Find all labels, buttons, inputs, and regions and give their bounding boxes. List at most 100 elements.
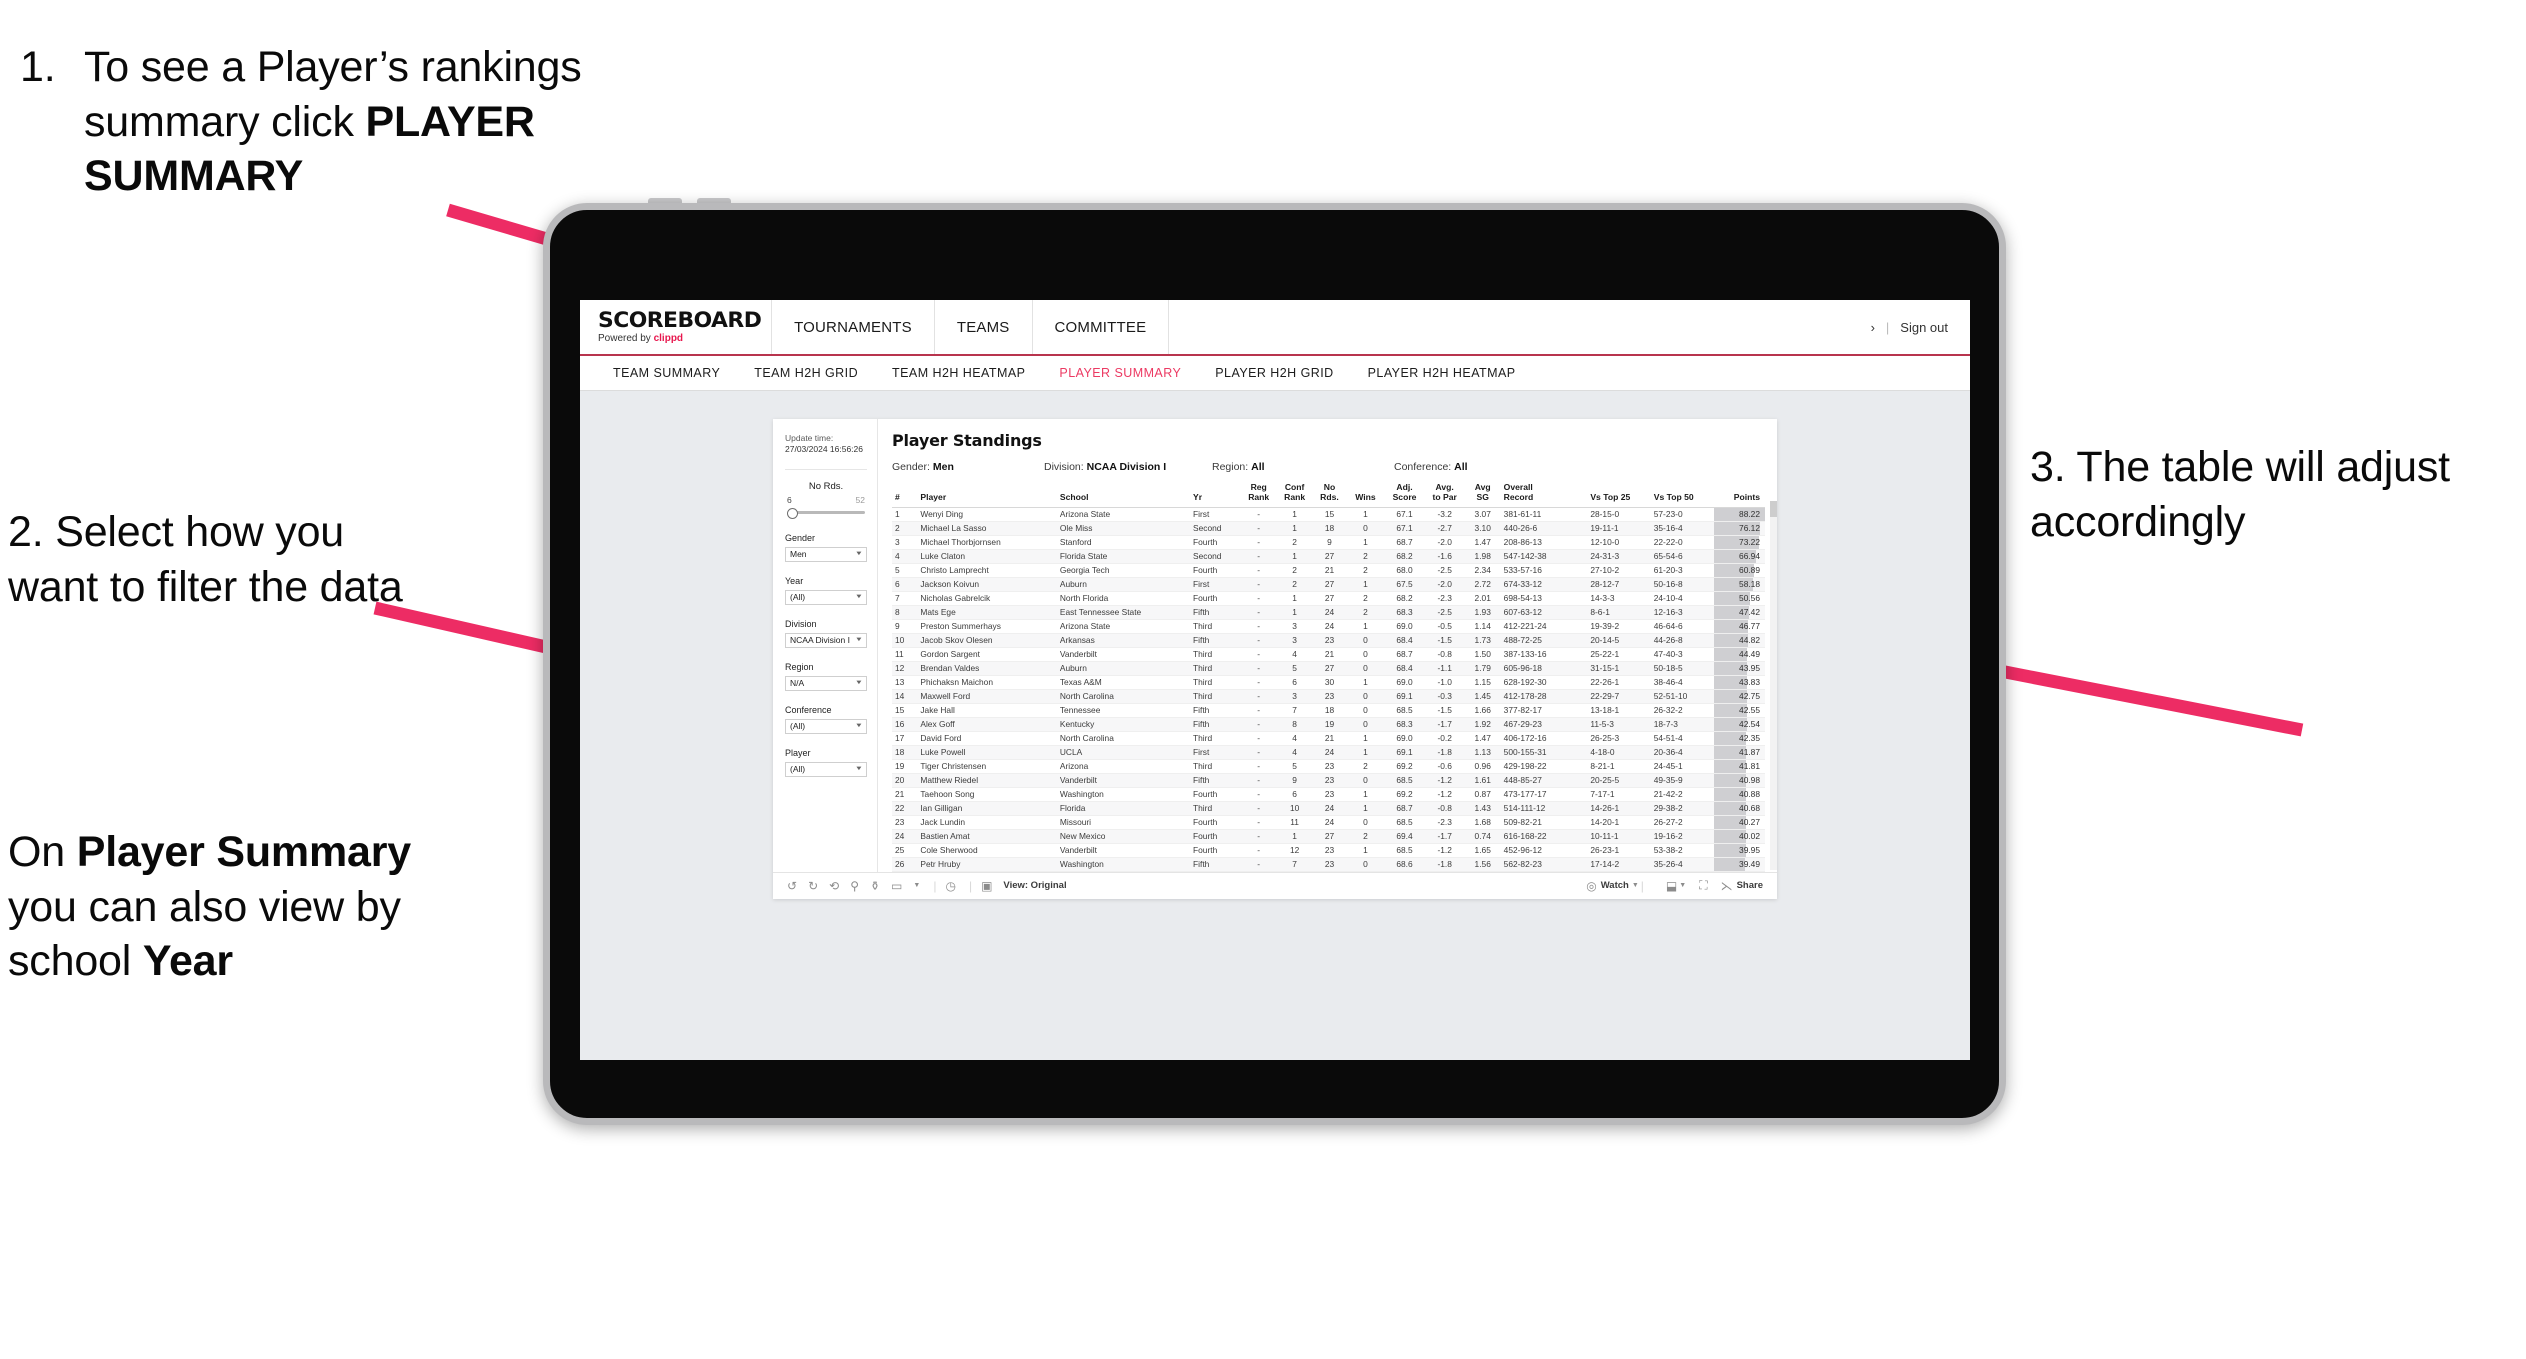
cell-adj-score: 68.5 (1384, 773, 1425, 788)
filter-division-select[interactable]: NCAA Division I ▼ (785, 632, 867, 648)
filter-region-select[interactable]: N/A ▼ (785, 675, 867, 691)
column-header-points[interactable]: Points (1714, 483, 1765, 508)
table-row[interactable]: 17 David Ford North Carolina Third -4 21 1 69.0… (892, 731, 1765, 746)
table-row[interactable]: 26 Petr Hruby Washington Fifth -7 23 0 68.6 -1.8… (892, 857, 1765, 872)
cell-year: Fourth (1190, 787, 1241, 802)
account-chevron-icon[interactable]: › (1871, 320, 1875, 335)
redo-icon[interactable]: ↻ (808, 879, 818, 893)
cell-year: Third (1190, 731, 1241, 746)
annotation-step-1: 1. To see a Player’s rankings summary cl… (20, 40, 810, 204)
cell-rank: 23 (892, 815, 918, 830)
table-scrollbar-thumb[interactable] (1770, 501, 1777, 517)
tab-player-h2h-heatmap[interactable]: PLAYER H2H HEATMAP (1351, 366, 1533, 380)
annotation-step-1-line2: summary click PLAYER (84, 95, 810, 150)
table-scroll-track[interactable] (1770, 501, 1777, 870)
table-row[interactable]: 10 Jacob Skov Olesen Arkansas Fifth -3 23 0 68.… (892, 633, 1765, 648)
column-header-conf-rank[interactable]: Conf Rank (1276, 482, 1313, 508)
table-row[interactable]: 8 Mats Ege East Tennessee State Fifth -1 24 2 6… (892, 605, 1765, 620)
table-row[interactable]: 22 Ian Gilligan Florida Third -10 24 1 68.7 -0.8… (892, 801, 1765, 816)
view-original-icon[interactable]: ▣ (981, 879, 992, 893)
filter-player-select[interactable]: (All) ▼ (785, 761, 867, 777)
cell-reg-rank: - (1240, 549, 1277, 564)
column-header-adj-score[interactable]: Adj. Score (1384, 482, 1425, 508)
table-row[interactable]: 14 Maxwell Ford North Carolina Third -3 23 0 69… (892, 689, 1765, 704)
table-row[interactable]: 7 Nicholas Gabrelcik North Florida Fourth -1… (892, 591, 1765, 606)
filter-conference-select[interactable]: (All) ▼ (785, 718, 867, 734)
tab-team-h2h-heatmap[interactable]: TEAM H2H HEATMAP (875, 366, 1042, 380)
view-original-label[interactable]: View: Original (1003, 880, 1066, 891)
cell-no-rounds: 24 (1312, 815, 1347, 830)
table-row[interactable]: 25 Cole Sherwood Vanderbilt Fourth -12 23 1 68.… (892, 843, 1765, 858)
tab-team-summary[interactable]: TEAM SUMMARY (596, 366, 737, 380)
refresh-data-icon[interactable]: ⚲ (850, 879, 859, 893)
table-row[interactable]: 9 Preston Summerhays Arizona State Third -3 2… (892, 619, 1765, 634)
cell-adj-score: 68.2 (1384, 549, 1425, 564)
device-layout-caret-icon[interactable]: ▼ (913, 882, 920, 889)
table-row[interactable]: 23 Jack Lundin Missouri Fourth -11 24 0 68.5 -2.… (892, 815, 1765, 830)
nav-tournaments[interactable]: TOURNAMENTS (772, 300, 935, 354)
watch-icon[interactable]: ◎ (1586, 879, 1596, 893)
no-rounds-slider[interactable] (785, 507, 867, 519)
download-icon[interactable]: ⬓ (1666, 879, 1677, 893)
nav-teams[interactable]: TEAMS (935, 300, 1033, 354)
column-header-avg-sg[interactable]: Avg SG (1464, 482, 1501, 508)
table-row[interactable]: 21 Taehoon Song Washington Fourth -6 23 1 69.2-… (892, 787, 1765, 802)
cell-wins: 1 (1346, 675, 1385, 690)
cell-overall-record: 674-33-12 (1500, 577, 1588, 592)
column-header-school[interactable]: School (1056, 483, 1191, 508)
cell-vs-top-25: 17-14-2 (1587, 857, 1651, 872)
column-header-no-rounds[interactable]: No Rds. (1312, 482, 1347, 508)
column-header-vs-top-50[interactable]: Vs Top 50 (1650, 483, 1715, 508)
table-row[interactable]: 5 Christo Lamprecht Georgia Tech Fourth -2 21… (892, 563, 1765, 578)
filter-gender-select[interactable]: Men ▼ (785, 546, 867, 562)
share-label[interactable]: Share (1737, 880, 1763, 891)
table-row[interactable]: 12 Brendan Valdes Auburn Third -5 27 0 68.4 -1.1… (892, 661, 1765, 676)
fullscreen-icon[interactable]: ⛶ (1699, 878, 1707, 893)
table-row[interactable]: 2 Michael La Sasso Ole Miss Second -1 18 0 67.1… (892, 521, 1765, 536)
tab-player-h2h-grid[interactable]: PLAYER H2H GRID (1198, 366, 1350, 380)
tab-team-h2h-grid[interactable]: TEAM H2H GRID (737, 366, 875, 380)
table-row[interactable]: 4 Luke Claton Florida State Second -1 27 2 68.2… (892, 549, 1765, 564)
column-header-player[interactable]: Player (917, 483, 1057, 508)
revert-icon[interactable]: ⟲ (829, 879, 839, 893)
filter-player-value: (All) (790, 764, 806, 775)
alerts-icon[interactable]: ◷ (945, 879, 955, 893)
table-row[interactable]: 11 Gordon Sargent Vanderbilt Third -4 21 0 68.7… (892, 647, 1765, 662)
table-row[interactable]: 6 Jackson Koivun Auburn First -2 27 1 67.5 -2.0 2… (892, 577, 1765, 592)
device-layout-icon[interactable]: ▭ (891, 879, 902, 893)
table-row[interactable]: 15 Jake Hall Tennessee Fifth -7 18 0 68.5 -1.5 1.… (892, 703, 1765, 718)
cell-overall-record: 533-57-16 (1500, 563, 1588, 578)
column-header-wins[interactable]: Wins (1346, 483, 1385, 508)
sign-out-link[interactable]: Sign out (1900, 320, 1948, 335)
table-row[interactable]: 20 Matthew Riedel Vanderbilt Fifth -9 23 0 68.5… (892, 773, 1765, 788)
watch-label[interactable]: Watch (1601, 880, 1629, 891)
table-row[interactable]: 16 Alex Goff Kentucky Fifth -8 19 0 68.3 -1.7 1.9… (892, 717, 1765, 732)
column-header-year[interactable]: Yr (1190, 483, 1241, 508)
pause-updates-icon[interactable]: ⚱ (870, 879, 880, 893)
tab-player-summary[interactable]: PLAYER SUMMARY (1042, 366, 1198, 380)
cell-overall-record: 440-26-6 (1500, 521, 1588, 536)
undo-icon[interactable]: ↺ (787, 879, 797, 893)
nav-committee[interactable]: COMMITTEE (1033, 300, 1170, 354)
download-caret-icon[interactable]: ▼ (1679, 882, 1686, 889)
cell-points: 40.27 (1714, 815, 1765, 830)
cell-adj-score: 68.6 (1384, 857, 1425, 872)
share-icon[interactable]: ⋋ (1721, 879, 1733, 893)
table-row[interactable]: 19 Tiger Christensen Arizona Third -5 23 2 69.2… (892, 759, 1765, 774)
column-header-reg-rank[interactable]: Reg Rank (1240, 482, 1277, 508)
watch-caret-icon[interactable]: ▼ (1632, 882, 1639, 889)
column-header-overall-record[interactable]: Overall Record (1500, 482, 1588, 508)
cell-no-rounds: 23 (1312, 787, 1347, 802)
slider-handle[interactable] (787, 507, 798, 519)
column-header-vs-top-25[interactable]: Vs Top 25 (1587, 483, 1651, 508)
table-row[interactable]: 18 Luke Powell UCLA First -4 24 1 69.1 -1.8 1.13 5… (892, 745, 1765, 760)
cell-wins: 1 (1346, 787, 1385, 802)
table-row[interactable]: 13 Phichaksn Maichon Texas A&M Third -6 30 1 69… (892, 675, 1765, 690)
table-row[interactable]: 24 Bastien Amat New Mexico Fourth -1 27 2 69.4-… (892, 829, 1765, 844)
brand-logo-block[interactable]: SCOREBOARD Powered by clippd (580, 300, 773, 354)
column-header-rank[interactable]: # (892, 483, 918, 508)
column-header-avg-to-par[interactable]: Avg. to Par (1424, 482, 1465, 508)
table-row[interactable]: 1 Wenyi Ding Arizona State First -1 15 1 67.1 -3… (892, 507, 1765, 522)
table-row[interactable]: 3 Michael Thorbjornsen Stanford Fourth -2 9 1 6… (892, 535, 1765, 550)
filter-year-select[interactable]: (All) ▼ (785, 589, 867, 605)
